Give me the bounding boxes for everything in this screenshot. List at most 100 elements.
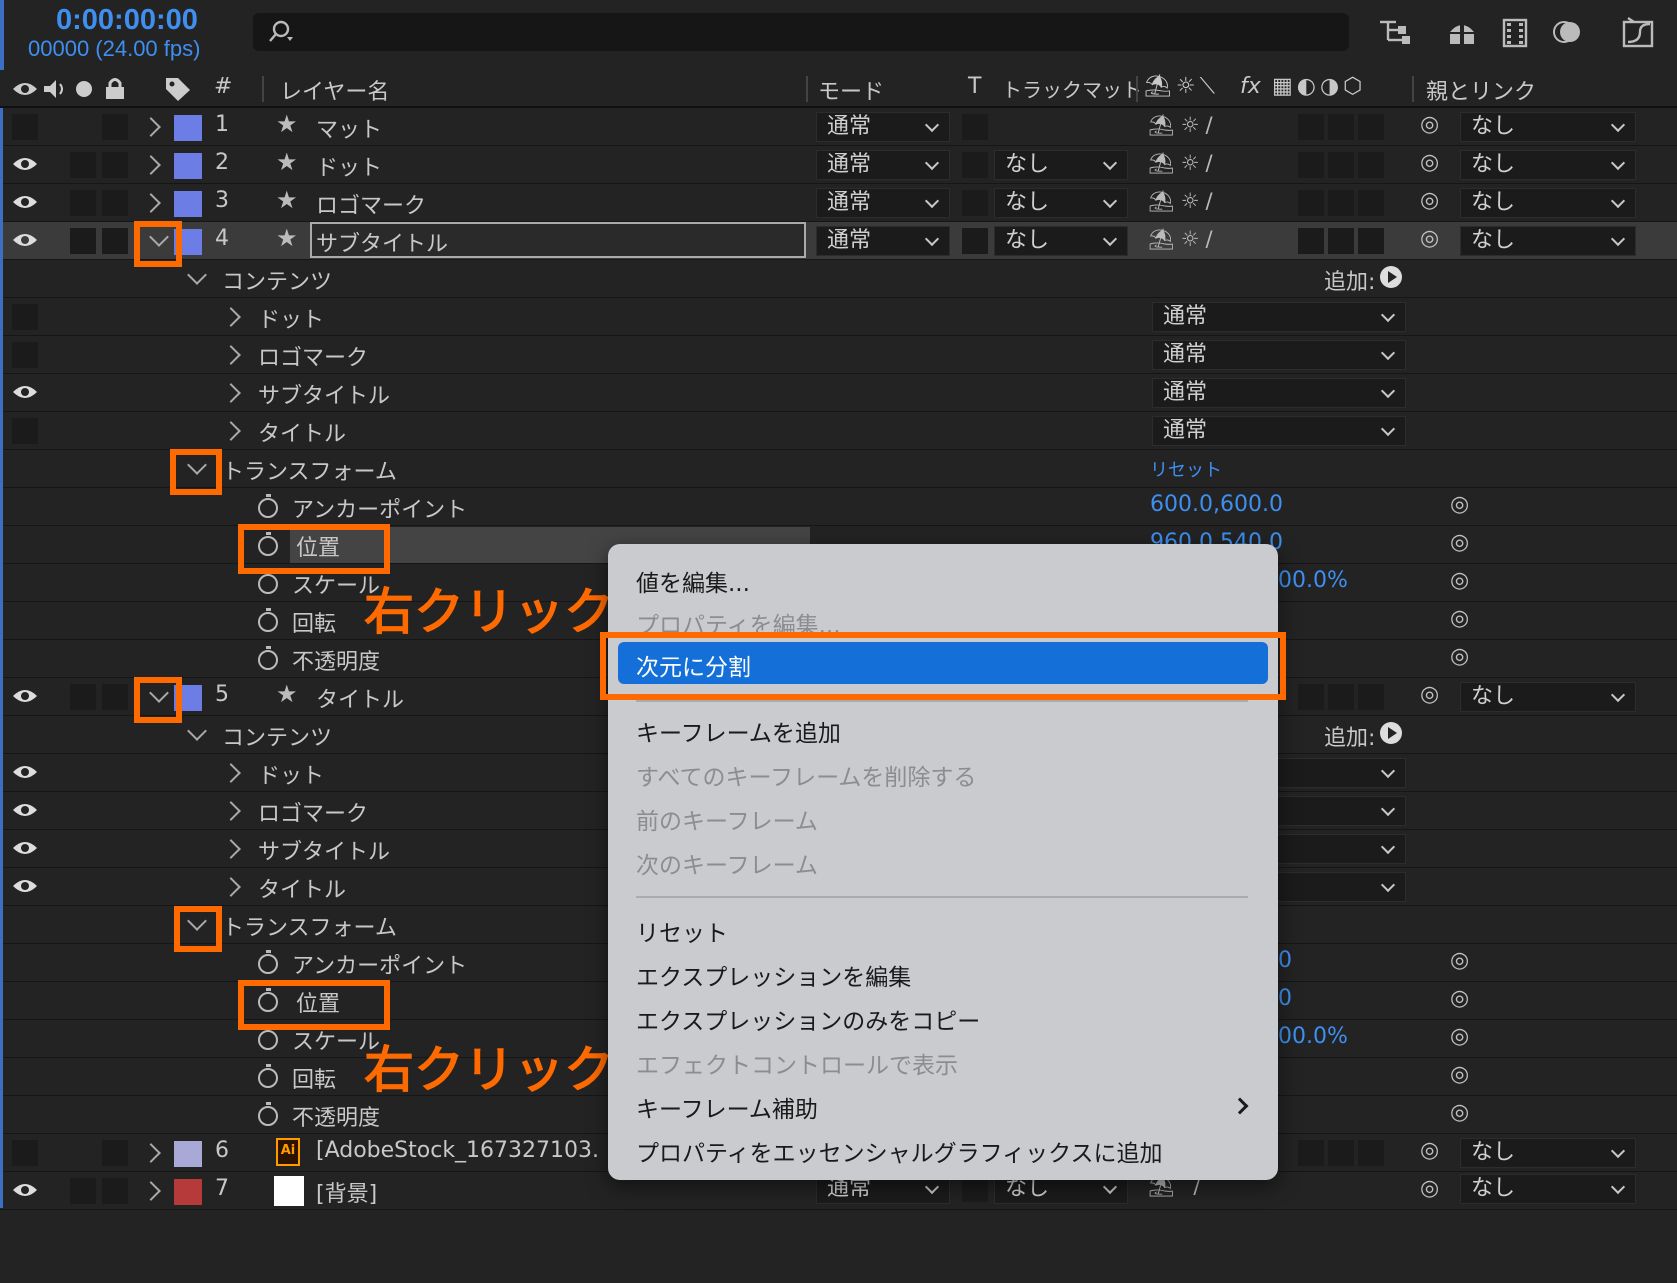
pick-whip-icon[interactable]: ◎ [1420,1138,1439,1163]
label-tag-icon[interactable] [164,76,192,102]
graph-editor-icon[interactable] [1620,14,1656,50]
expand-chevron-icon[interactable] [141,155,161,175]
pick-whip-icon[interactable]: ◎ [1420,682,1439,707]
blend-mode-dropdown[interactable]: 通常 [1152,302,1406,332]
expand-chevron-icon[interactable] [141,1181,161,1201]
mode-dropdown[interactable]: 通常 [816,112,950,142]
menu-item-add-keyframe[interactable]: キーフレームを追加 [636,714,841,748]
track-matte-dropdown[interactable]: なし [994,150,1128,180]
menu-item-edit-expression[interactable]: エクスプレッションを編集 [636,958,911,992]
menu-item-edit-value[interactable]: 値を編集... [636,564,750,598]
mode-dropdown[interactable]: 通常 [816,150,950,180]
expand-chevron-icon[interactable] [141,117,161,137]
eye-icon[interactable] [12,231,38,249]
label-color-swatch[interactable] [174,1141,202,1167]
menu-item-copy-expression-only[interactable]: エクスプレッションのみをコピー [636,1002,980,1036]
layer-name[interactable]: タイトル [316,682,404,714]
pick-whip-icon[interactable]: ◎ [1420,150,1439,175]
reset-link[interactable]: リセット [1150,456,1222,482]
parent-dropdown[interactable]: なし [1460,112,1636,142]
preserve-transparency-toggle[interactable] [962,114,988,140]
group-name[interactable]: タイトル [258,872,346,904]
track-matte-dropdown[interactable]: なし [994,226,1128,256]
pick-whip-icon[interactable]: ◎ [1450,568,1469,593]
group-name[interactable]: ロゴマーク [258,340,368,372]
layer-name-edit-field[interactable]: サブタイトル [310,222,806,258]
layer-switches[interactable]: ⛱☼/ [1148,151,1219,176]
property-row[interactable]: アンカーポイント 600.0,600.0 ◎ [0,488,1677,526]
expand-chevron-icon[interactable] [221,421,241,441]
pick-whip-icon[interactable]: ◎ [1450,948,1469,973]
layer-switches[interactable]: ⛱☼/ [1148,113,1219,138]
expand-chevron-icon[interactable] [221,383,241,403]
property-value[interactable]: 0 [1278,948,1292,973]
eye-icon[interactable] [12,155,38,173]
mode-dropdown[interactable]: 通常 [816,226,950,256]
pick-whip-icon[interactable]: ◎ [1450,492,1469,517]
expand-chevron-icon[interactable] [221,839,241,859]
pick-whip-icon[interactable]: ◎ [1420,188,1439,213]
expand-chevron-icon[interactable] [221,307,241,327]
parent-dropdown[interactable]: なし [1460,150,1636,180]
stopwatch-icon[interactable] [258,1026,278,1050]
eye-icon[interactable] [12,839,38,857]
layer-row[interactable]: 3 ★ ロゴマーク 通常 なし ⛱☼/ ◎ なし [0,184,1677,222]
eye-icon[interactable] [12,383,38,401]
pick-whip-icon[interactable]: ◎ [1450,1100,1469,1125]
expand-chevron-icon[interactable] [141,1143,161,1163]
stopwatch-icon[interactable] [258,570,278,594]
stopwatch-icon[interactable] [258,1064,278,1088]
stopwatch-icon[interactable] [258,494,278,518]
label-color-swatch[interactable] [174,115,202,141]
layer-name[interactable]: [AdobeStock_167327103. [316,1138,599,1163]
audio-icon[interactable] [42,78,68,100]
header-layer-name[interactable]: レイヤー名 [280,74,389,106]
pick-whip-icon[interactable]: ◎ [1450,986,1469,1011]
group-name[interactable]: ドット [258,302,324,334]
eye-icon[interactable] [12,801,38,819]
add-menu-button[interactable] [1380,722,1402,744]
group-name[interactable]: タイトル [258,416,346,448]
pick-whip-icon[interactable]: ◎ [1420,226,1439,251]
stopwatch-icon[interactable] [258,608,278,632]
layer-name[interactable]: [背景] [316,1176,377,1208]
pick-whip-icon[interactable]: ◎ [1450,530,1469,555]
group-name[interactable]: サブタイトル [258,378,390,410]
property-value[interactable]: 00.0% [1278,568,1348,593]
stopwatch-icon[interactable] [258,1102,278,1126]
pick-whip-icon[interactable]: ◎ [1450,1062,1469,1087]
add-menu-button[interactable] [1380,266,1402,288]
parent-dropdown[interactable]: なし [1460,1174,1636,1204]
pick-whip-icon[interactable]: ◎ [1450,644,1469,669]
expand-chevron-icon[interactable] [221,877,241,897]
property-value[interactable]: 0 [1278,986,1292,1011]
label-color-swatch[interactable] [174,191,202,217]
menu-item-keyframe-assistant[interactable]: キーフレーム補助 [636,1090,818,1124]
track-matte-dropdown[interactable]: なし [994,188,1128,218]
menu-item-add-to-essential-graphics[interactable]: プロパティをエッセンシャルグラフィックスに追加 [636,1134,1162,1168]
property-value[interactable]: 00.0% [1278,1024,1348,1049]
group-name[interactable]: ドット [258,758,324,790]
parent-dropdown[interactable]: なし [1460,226,1636,256]
expand-chevron-icon[interactable] [221,345,241,365]
layer-switches[interactable]: ⛱☼/ [1148,189,1219,214]
menu-item-reset[interactable]: リセット [636,914,728,948]
group-name[interactable]: サブタイトル [258,834,390,866]
blend-mode-dropdown[interactable]: 通常 [1152,378,1406,408]
expand-chevron-icon[interactable] [221,801,241,821]
frame-blending-icon[interactable] [1498,14,1534,50]
motion-blur-icon[interactable] [1550,14,1586,50]
contents-group-row[interactable]: コンテンツ 追加: [0,260,1677,298]
composition-flowchart-icon[interactable] [1376,14,1412,50]
layer-row[interactable]: 1 ★ マット 通常 ⛱☼/ ◎ なし [0,108,1677,146]
parent-dropdown[interactable]: なし [1460,188,1636,218]
contents-item-row[interactable]: ロゴマーク 通常 [0,336,1677,374]
collapse-chevron-icon[interactable] [187,265,207,285]
pick-whip-icon[interactable]: ◎ [1450,1024,1469,1049]
group-name[interactable]: ロゴマーク [258,796,368,828]
layer-switches[interactable]: ⛱☼/ [1148,227,1219,252]
expand-chevron-icon[interactable] [141,193,161,213]
layer-row-selected[interactable]: 4 ★ サブタイトル 通常 なし ⛱☼/ ◎ なし [0,222,1677,260]
layer-name[interactable]: ロゴマーク [316,188,426,220]
pick-whip-icon[interactable]: ◎ [1420,112,1439,137]
